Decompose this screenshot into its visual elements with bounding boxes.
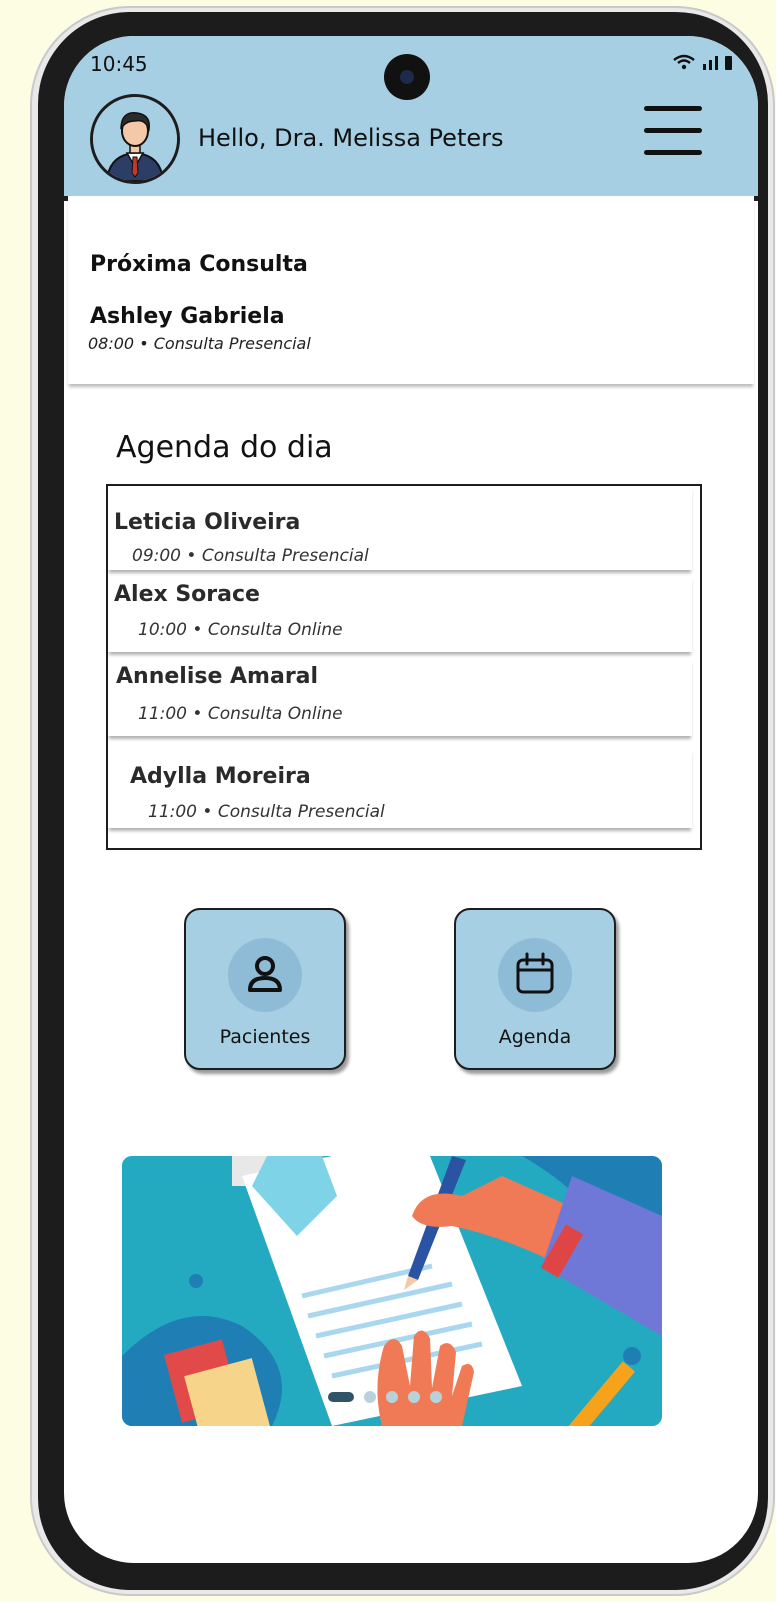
next-consultation-time: 08:00: [88, 334, 135, 353]
carousel-dot[interactable]: [364, 1391, 376, 1403]
next-consultation-type: Consulta Presencial: [153, 334, 311, 353]
status-icons: [672, 52, 736, 77]
agenda-item-name: Leticia Oliveira: [114, 510, 301, 535]
agenda-item-time: 09:00: [132, 546, 181, 566]
agenda-title: Agenda do dia: [116, 430, 333, 465]
bullet-separator: •: [139, 334, 154, 353]
calendar-icon: [516, 952, 554, 994]
next-consultation-title: Próxima Consulta: [90, 252, 308, 277]
agenda-item-name: Alex Sorace: [114, 582, 260, 607]
wifi-signal-battery-icon: [673, 54, 732, 70]
document-writing-illustration: [122, 1156, 662, 1426]
bullet-separator: •: [192, 620, 208, 640]
agenda-item[interactable]: Leticia Oliveira 09:00 • Consulta Presen…: [108, 486, 692, 570]
agenda-item-time: 11:00: [138, 704, 187, 724]
patients-button[interactable]: Pacientes: [184, 908, 346, 1070]
app-header: 10:45 Hello, Dra. Melissa Peters: [64, 36, 758, 201]
next-consultation-patient: Ashley Gabriela: [90, 304, 285, 329]
doctor-avatar-icon: [93, 97, 177, 181]
agenda-item-type: Consulta Presencial: [217, 802, 385, 822]
agenda-list[interactable]: Leticia Oliveira 09:00 • Consulta Presen…: [106, 484, 702, 850]
greeting-text: Hello, Dra. Melissa Peters: [198, 124, 504, 152]
agenda-icon-bg: [498, 938, 572, 1012]
agenda-item[interactable]: Adylla Moreira 11:00 • Consulta Presenci…: [108, 748, 692, 828]
agenda-item[interactable]: Alex Sorace 10:00 • Consulta Online: [108, 576, 692, 652]
carousel-dot[interactable]: [408, 1391, 420, 1403]
front-camera: [384, 54, 430, 100]
next-consultation-card[interactable]: Próxima Consulta Ashley Gabriela 08:00 •…: [68, 196, 754, 384]
agenda-item-type: Consulta Online: [207, 704, 343, 724]
app-screen: 10:45 Hello, Dra. Melissa Peters Próxima…: [64, 36, 758, 1563]
agenda-item[interactable]: Annelise Amaral 11:00 • Consulta Online: [108, 658, 692, 736]
carousel-dot-active[interactable]: [328, 1392, 354, 1402]
carousel-dot[interactable]: [386, 1391, 398, 1403]
patients-icon-bg: [228, 938, 302, 1012]
patients-label: Pacientes: [219, 1026, 311, 1048]
agenda-button[interactable]: Agenda: [454, 908, 616, 1070]
bullet-separator: •: [202, 802, 218, 822]
avatar[interactable]: [90, 94, 180, 184]
agenda-item-time: 11:00: [148, 802, 197, 822]
agenda-item-time: 10:00: [138, 620, 187, 640]
agenda-item-type: Consulta Presencial: [201, 546, 369, 566]
bullet-separator: •: [186, 546, 202, 566]
agenda-item-type: Consulta Online: [207, 620, 343, 640]
carousel-dot[interactable]: [430, 1391, 442, 1403]
hamburger-menu-icon[interactable]: [644, 106, 702, 156]
person-icon: [248, 956, 282, 992]
status-time: 10:45: [90, 52, 148, 76]
agenda-label: Agenda: [498, 1026, 572, 1048]
bullet-separator: •: [192, 704, 208, 724]
agenda-item-details: 09:00 • Consulta Presencial: [132, 546, 369, 566]
agenda-item-name: Annelise Amaral: [116, 664, 319, 689]
agenda-item-details: 11:00 • Consulta Online: [138, 704, 343, 724]
agenda-item-details: 10:00 • Consulta Online: [138, 620, 343, 640]
agenda-item-details: 11:00 • Consulta Presencial: [148, 802, 385, 822]
carousel-banner[interactable]: [122, 1156, 662, 1426]
agenda-item-name: Adylla Moreira: [130, 764, 311, 789]
next-consultation-details: 08:00 • Consulta Presencial: [88, 334, 311, 353]
